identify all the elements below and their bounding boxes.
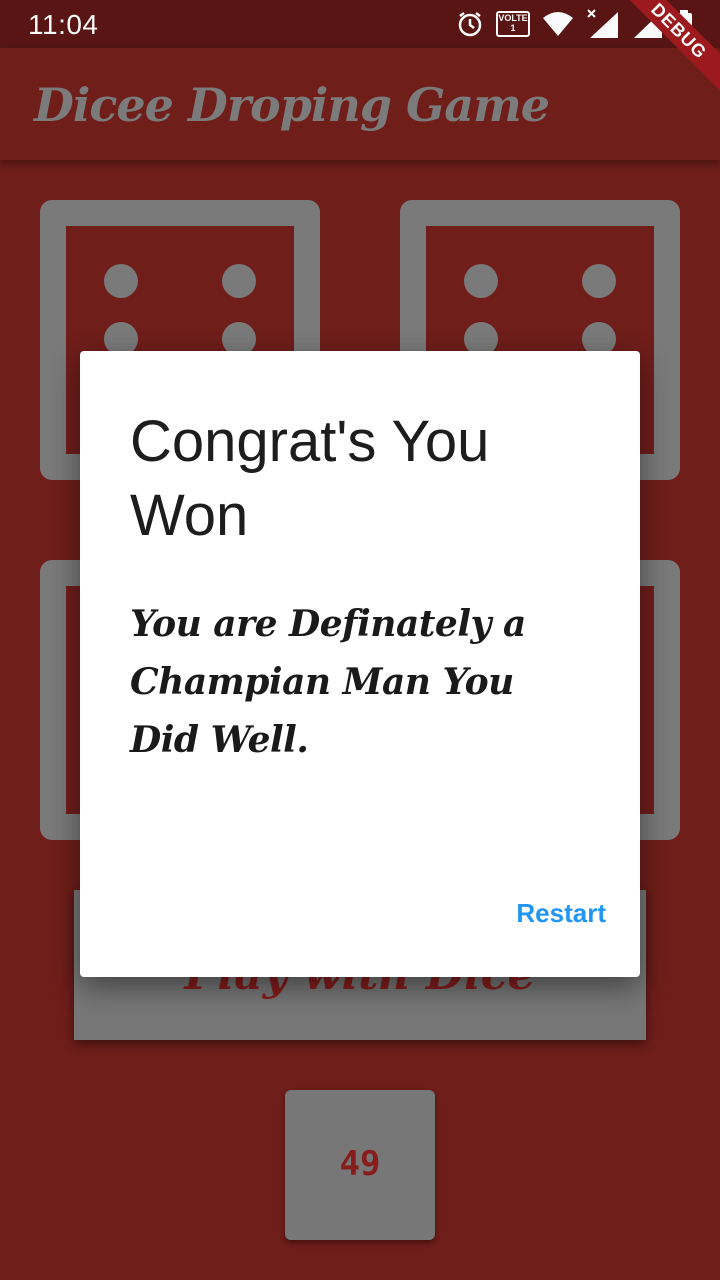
dialog-title: Congrat's You Won	[130, 409, 490, 548]
win-dialog: Congrat's You Won You are Definately a C…	[80, 351, 640, 977]
restart-button[interactable]: Restart	[516, 898, 606, 929]
dialog-message: You are Definately a Champian Man You Di…	[130, 603, 526, 761]
